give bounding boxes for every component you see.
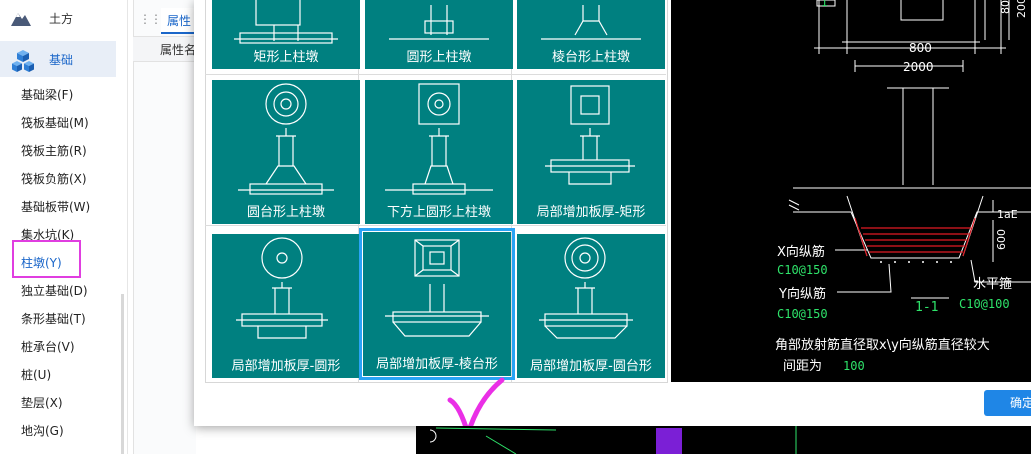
grid-divider (205, 74, 666, 75)
pier-option-caption: 局部增加板厚-圆形 (231, 359, 341, 374)
pier-option-local-thicken-cone[interactable]: 局部增加板厚-圆台形 (517, 234, 665, 378)
sidebar-item-foundation-strip[interactable]: 基础板带(W) (21, 198, 90, 215)
category-label: 土方 (49, 11, 74, 26)
dim-width: 2000 (903, 60, 934, 74)
x-rebar-label: X向纵筋 (777, 244, 825, 260)
pier-option-round-upper[interactable]: 圆形上柱墩 (365, 0, 513, 69)
pier-option-caption: 局部增加板厚-矩形 (536, 205, 646, 220)
sidebar-item-strip-footing[interactable]: 条形基础(T) (21, 310, 86, 327)
mountain-icon (10, 7, 32, 29)
dim-side: 800 (999, 0, 1012, 14)
grid-divider (205, 225, 666, 226)
sidebar-item-cushion[interactable]: 垫层(X) (21, 394, 63, 411)
sidebar-item-raft-main-rebar[interactable]: 筏板主筋(R) (21, 142, 87, 159)
drag-handle-icon[interactable]: ⋮⋮ (139, 12, 162, 26)
sidebar-scrollbar[interactable] (121, 294, 124, 454)
category-foundation[interactable]: 基础 (0, 41, 116, 77)
pier-option-rect-upper[interactable]: 矩形上柱墩 (212, 0, 360, 69)
sidebar-item-foundation-beam[interactable]: 基础梁(F) (21, 86, 73, 103)
pier-option-local-thicken-round[interactable]: 局部增加板厚-圆形 (212, 234, 360, 378)
pier-option-caption: 棱台形上柱墩 (551, 50, 630, 65)
sidebar-item-raft-foundation[interactable]: 筏板基础(M) (21, 114, 89, 131)
note-line-1: 角部放射筋直径取x\y向纵筋直径较大 (775, 337, 990, 353)
pier-option-frustum-upper[interactable]: 棱台形上柱墩 (517, 0, 665, 69)
component-sidebar: 土方 基础 基础梁(F) 筏板基础(M) 筏板主筋(R) 筏板负筋(X) 基础板… (0, 0, 128, 454)
section-preview: 1 800 2000 800 200 1aE 600 X向纵筋 C10@150 … (671, 0, 1031, 382)
selection-highlight-annotation (12, 240, 81, 278)
dim-600: 600 (995, 229, 1008, 250)
property-panel (133, 0, 196, 454)
cubes-icon (10, 48, 34, 72)
category-label: 基础 (49, 52, 74, 67)
lae-label: 1aE (997, 208, 1018, 221)
sidebar-item-trench[interactable]: 地沟(G) (21, 422, 64, 439)
x-rebar-value: C10@150 (777, 263, 828, 277)
sidebar-item-pile-cap[interactable]: 桩承台(V) (21, 338, 75, 355)
horizontal-stirrup-label: 水平箍 (973, 276, 1012, 292)
property-column-header: 属性名 (133, 36, 197, 62)
horizontal-stirrup-value: C10@100 (959, 297, 1010, 311)
sidebar-item-raft-negative-rebar[interactable]: 筏板负筋(X) (21, 170, 87, 187)
dim-top: 800 (909, 41, 932, 55)
background-cad-canvas[interactable] (416, 426, 1031, 455)
pier-option-caption: 局部增加板厚-棱台形 (376, 357, 498, 372)
pier-option-cone-upper[interactable]: 圆台形上柱墩 (212, 80, 360, 224)
section-label: 1-1 (915, 300, 938, 315)
pier-option-caption: 矩形上柱墩 (253, 50, 319, 65)
category-earthwork[interactable]: 土方 (0, 0, 116, 36)
pier-option-square-round-upper[interactable]: 下方上圆形上柱墩 (365, 80, 513, 224)
note-line-2-value: 100 (843, 359, 865, 373)
sidebar-item-isolated-footing[interactable]: 独立基础(D) (21, 282, 88, 299)
top-section-mark: 1 (821, 0, 828, 9)
sidebar-item-pile[interactable]: 桩(U) (21, 366, 51, 383)
pier-option-local-thicken-frustum[interactable]: 局部增加板厚-棱台形 (359, 228, 515, 380)
y-rebar-value: C10@150 (777, 307, 828, 321)
section-drawing: 1 800 2000 800 200 1aE 600 X向纵筋 C10@150 … (775, 0, 1031, 374)
column-header-label: 属性名 (160, 43, 197, 57)
dim-side-2: 200 (1015, 0, 1028, 18)
ok-button[interactable]: 确定 (984, 390, 1031, 416)
pier-option-caption: 圆形上柱墩 (406, 50, 472, 65)
pier-option-caption: 局部增加板厚-圆台形 (530, 359, 652, 374)
pier-option-caption: 圆台形上柱墩 (246, 205, 325, 220)
pier-option-caption: 下方上圆形上柱墩 (386, 205, 491, 220)
pier-option-local-thicken-rect[interactable]: 局部增加板厚-矩形 (517, 80, 665, 224)
y-rebar-label: Y向纵筋 (778, 286, 826, 302)
note-line-2-prefix: 间距为 (783, 359, 822, 374)
